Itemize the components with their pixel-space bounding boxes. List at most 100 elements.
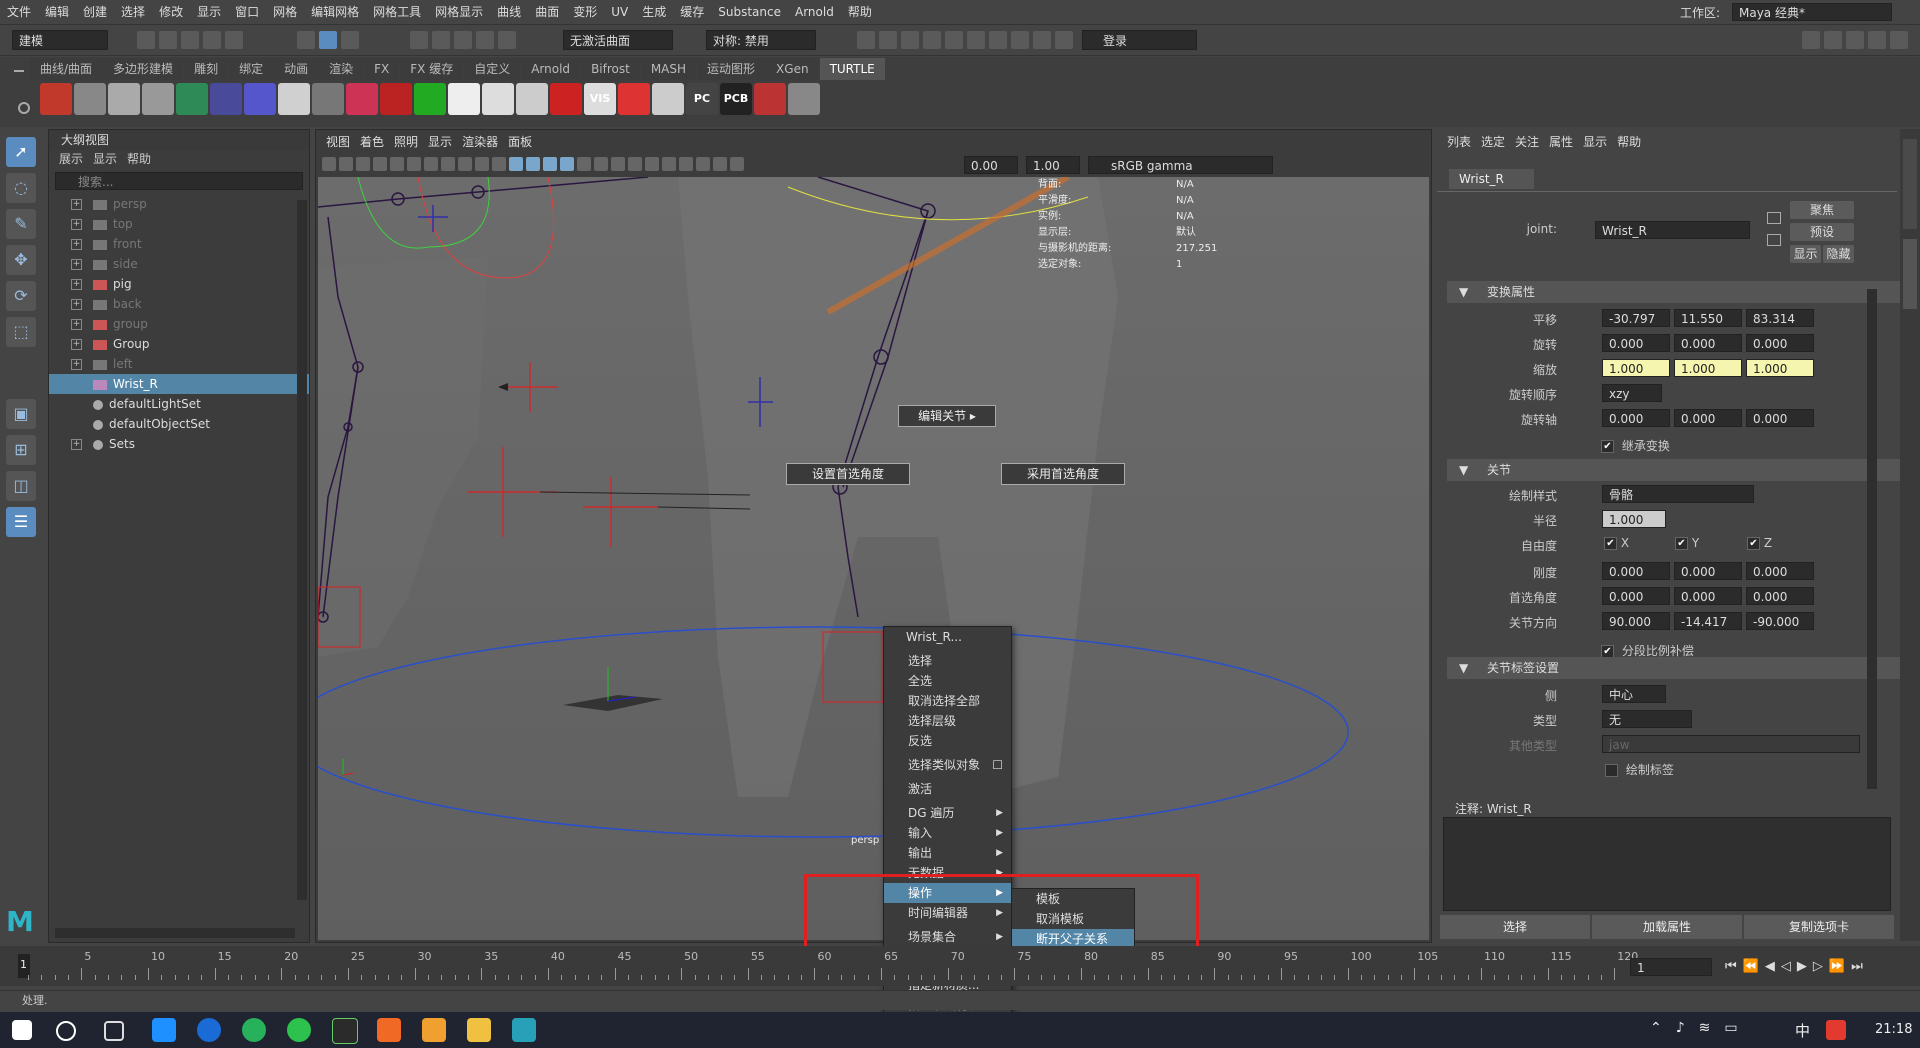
menu-set-select[interactable]: 建模 [12, 30, 108, 50]
app-icon-1[interactable] [152, 1018, 176, 1042]
snap-live-icon[interactable] [498, 31, 516, 49]
select-object-icon[interactable] [319, 31, 337, 49]
step-back-key-icon[interactable]: ⏪ [1743, 959, 1765, 974]
shelf-tab-rendering[interactable]: 渲染 [319, 58, 364, 80]
outliner-item[interactable]: + pig [49, 274, 309, 294]
ae-menu-list[interactable]: 列表 [1447, 129, 1471, 155]
select-component-icon[interactable] [341, 31, 359, 49]
snap-grid-icon[interactable] [410, 31, 428, 49]
render-settings-icon[interactable] [901, 31, 919, 49]
menu-uv[interactable]: UV [604, 0, 635, 24]
file-explorer-icon[interactable] [467, 1018, 491, 1042]
viewport-3d[interactable]: 背面: N/A 平滑度: N/A 实例: N/A 显示层: 默认 与摄影机的距离: 217.251… [318, 177, 1429, 940]
shelf-tool-8-icon[interactable] [278, 83, 310, 115]
render-frame-icon[interactable] [857, 31, 875, 49]
network-icon[interactable]: ≋ [1699, 1020, 1725, 1036]
expand-icon[interactable]: + [71, 279, 82, 290]
app-icon-6[interactable] [377, 1018, 401, 1042]
draw-style-select[interactable]: 骨骼 [1602, 485, 1754, 503]
smooth-shade-icon[interactable] [526, 156, 540, 171]
stiffness-field-y[interactable]: 0.000 [1674, 562, 1742, 580]
shelf-tool-18-icon[interactable] [618, 83, 650, 115]
vp-menu-view[interactable]: 视图 [326, 130, 350, 154]
menu-file[interactable]: 文件 [0, 0, 38, 24]
undo-icon[interactable] [203, 31, 221, 49]
play-back-icon[interactable]: ◁ [1781, 959, 1797, 974]
grid-icon[interactable] [407, 156, 421, 171]
outliner-hscrollbar[interactable] [55, 928, 295, 938]
four-view-icon[interactable]: ⊞ [6, 435, 36, 465]
outliner-item[interactable]: + Group [49, 334, 309, 354]
vp-menu-lighting[interactable]: 照明 [394, 130, 418, 154]
dof-z-checkbox[interactable]: ✔ [1747, 537, 1760, 550]
shelf-tool-7-icon[interactable] [244, 83, 276, 115]
ime-indicator[interactable]: 中 [1795, 1020, 1810, 1041]
tray-chevron-icon[interactable]: ⌃ [1650, 1020, 1676, 1036]
redo-icon[interactable] [225, 31, 243, 49]
shelf-tool-13-icon[interactable] [448, 83, 480, 115]
section-joint[interactable]: ▼ 关节 [1447, 459, 1915, 481]
layer-editor-icon[interactable] [1890, 31, 1908, 49]
outliner-search-input[interactable]: 搜索... [55, 172, 303, 190]
snap-point-icon[interactable] [454, 31, 472, 49]
vp-menu-renderer[interactable]: 渲染器 [462, 130, 498, 154]
shelf-tool-6-icon[interactable] [210, 83, 242, 115]
outliner-item[interactable]: Wrist_R [49, 374, 309, 394]
step-forward-key-icon[interactable]: ⏩ [1829, 959, 1851, 974]
single-view-icon[interactable]: ▣ [6, 399, 36, 429]
go-to-end-icon[interactable]: ⏭ [1851, 959, 1869, 974]
menu-deform[interactable]: 变形 [566, 0, 604, 24]
pause-icon[interactable] [1055, 31, 1073, 49]
maya-taskbar-icon[interactable] [512, 1018, 536, 1042]
attribute-editor-toggle-icon[interactable] [1824, 31, 1842, 49]
context-menu-item[interactable]: DG 遍历 ▶ [884, 803, 1011, 823]
shelf-tab-bifrost[interactable]: Bifrost [581, 58, 640, 80]
channel-box-side-tab[interactable] [1903, 139, 1917, 229]
shelf-tool-22-icon[interactable] [754, 83, 786, 115]
shelf-tool-12-icon[interactable] [414, 83, 446, 115]
shelf-tool-11-icon[interactable] [380, 83, 412, 115]
lasso-tool-icon[interactable]: ◌ [6, 173, 36, 203]
menu-substance[interactable]: Substance [711, 0, 788, 24]
context-menu-item[interactable]: 输入 ▶ [884, 823, 1011, 843]
menu-edit[interactable]: 编辑 [38, 0, 76, 24]
gate-mask-icon[interactable] [458, 156, 472, 171]
outliner-item[interactable]: defaultObjectSet [49, 414, 309, 434]
expand-icon[interactable]: + [71, 359, 82, 370]
context-menu-item[interactable]: 激活 [884, 779, 1011, 799]
step-forward-icon[interactable]: ▷ [1813, 959, 1829, 974]
ipr-render-icon[interactable] [879, 31, 897, 49]
rotate-field-y[interactable]: 0.000 [1674, 334, 1742, 352]
shelf-tool-3-icon[interactable] [108, 83, 140, 115]
arnold-ipr-icon[interactable] [1011, 31, 1029, 49]
inherit-transform-checkbox[interactable]: ✔ [1601, 440, 1614, 453]
menu-arnold[interactable]: Arnold [788, 0, 841, 24]
shelf-settings-icon[interactable] [18, 102, 30, 114]
xray-joints-icon[interactable] [696, 156, 710, 171]
safe-action-icon[interactable] [492, 156, 506, 171]
stiffness-field-x[interactable]: 0.000 [1602, 562, 1670, 580]
snap-plane-icon[interactable] [476, 31, 494, 49]
go-to-start-icon[interactable]: ⏮ [1725, 959, 1743, 974]
context-menu-item[interactable]: 全选 [884, 671, 1011, 691]
context-menu-item[interactable]: 选择层级 [884, 711, 1011, 731]
context-menu-item[interactable]: 取消选择全部 [884, 691, 1011, 711]
outliner-item[interactable]: + left [49, 354, 309, 374]
outliner-item[interactable]: + top [49, 214, 309, 234]
xray-components-icon[interactable] [713, 156, 727, 171]
marking-set-preferred[interactable]: 设置首选角度 [786, 463, 910, 485]
outliner-item[interactable]: + Sets [49, 434, 309, 454]
rotate-field-x[interactable]: 0.000 [1602, 334, 1670, 352]
outliner-item[interactable]: + persp [49, 194, 309, 214]
windows-start-icon[interactable] [12, 1020, 32, 1040]
exposure-field[interactable]: 0.00 [964, 156, 1018, 174]
outliner-scrollbar[interactable] [297, 200, 307, 900]
outliner-item[interactable]: + group [49, 314, 309, 334]
live-surface-select[interactable]: 无激活曲面 [563, 30, 673, 50]
joint-orient-field-z[interactable]: -90.000 [1746, 612, 1814, 630]
expand-icon[interactable]: + [71, 339, 82, 350]
film-gate-icon[interactable] [424, 156, 438, 171]
app-icon-7[interactable] [422, 1018, 446, 1042]
play-icon[interactable] [1033, 31, 1051, 49]
shadows-icon[interactable] [594, 156, 608, 171]
